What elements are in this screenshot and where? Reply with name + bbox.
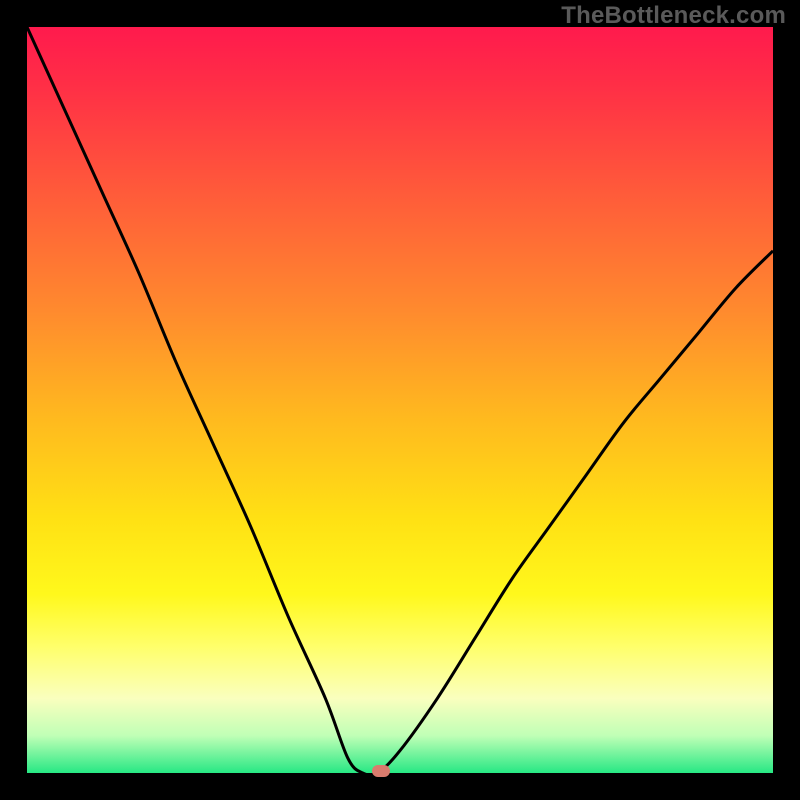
bottleneck-curve-path [27,27,773,775]
curve-svg [27,27,773,773]
chart-frame: TheBottleneck.com [0,0,800,800]
watermark-text: TheBottleneck.com [561,2,786,30]
plot-area [27,27,773,773]
minimum-marker [372,765,390,777]
